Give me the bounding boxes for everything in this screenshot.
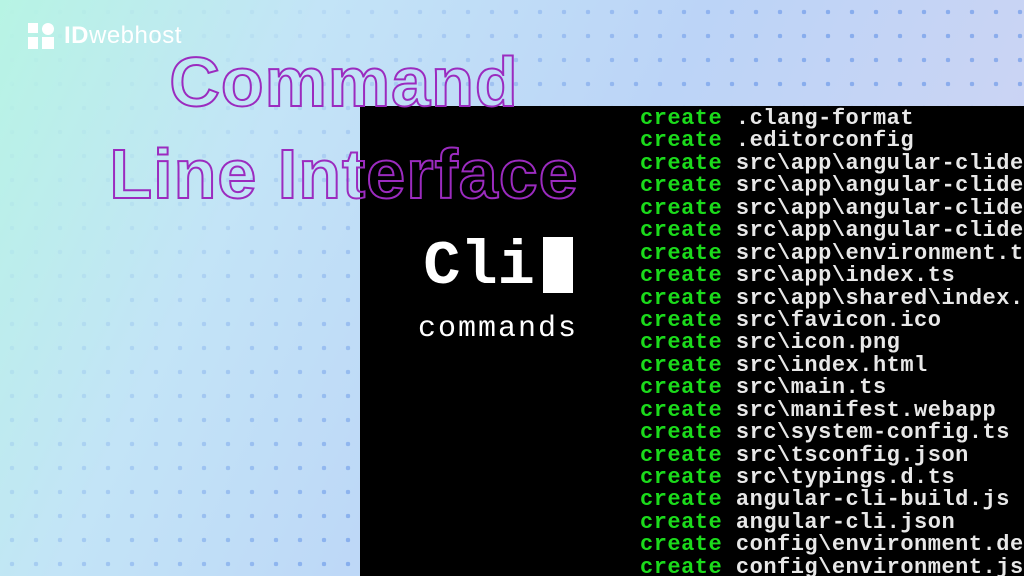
path: src\typings.d.ts <box>722 465 955 490</box>
commands-subheading: commands <box>378 312 618 346</box>
cli-text: Cli <box>423 236 535 298</box>
path: src\manifest.webapp <box>722 398 996 423</box>
output-row: create src\app\angular-clidemo- <box>640 175 1024 197</box>
output-row: create .editorconfig <box>640 130 1024 152</box>
output-row: create src\tsconfig.json <box>640 445 1024 467</box>
keyword: create <box>640 353 722 378</box>
path: src\system-config.ts <box>722 420 1010 445</box>
keyword: create <box>640 286 722 311</box>
path: src\app\angular-clidemo- <box>722 218 1024 243</box>
output-row: create src\app\angular-clidemo- <box>640 153 1024 175</box>
keyword: create <box>640 532 722 557</box>
path: src\app\angular-clidemo- <box>722 196 1024 221</box>
keyword: create <box>640 510 722 535</box>
path: src\main.ts <box>722 375 886 400</box>
output-row: create src\index.html <box>640 355 1024 377</box>
keyword: create <box>640 375 722 400</box>
path: config\environment.dev.t <box>722 532 1024 557</box>
keyword: create <box>640 218 722 243</box>
cursor-icon <box>543 237 573 293</box>
output-row: create angular-cli-build.js <box>640 489 1024 511</box>
path: angular-cli-build.js <box>722 487 1010 512</box>
path: .clang-format <box>722 106 914 131</box>
output-row: create config\environment.js <box>640 557 1024 576</box>
keyword: create <box>640 398 722 423</box>
path: src\icon.png <box>722 330 900 355</box>
terminal-overlay: Cli commands <box>378 236 618 346</box>
keyword: create <box>640 487 722 512</box>
keyword: create <box>640 241 722 266</box>
path: src\app\angular-clidemo- <box>722 173 1024 198</box>
output-row: create angular-cli.json <box>640 512 1024 534</box>
output-row: create src\app\index.ts <box>640 265 1024 287</box>
output-row: create src\manifest.webapp <box>640 400 1024 422</box>
keyword: create <box>640 443 722 468</box>
output-row: create src\app\angular-clidemo- <box>640 220 1024 242</box>
output-row: create src\app\angular-clidemo- <box>640 198 1024 220</box>
output-row: create src\main.ts <box>640 377 1024 399</box>
output-row: create src\app\environment.ts <box>640 243 1024 265</box>
output-row: create src\system-config.ts <box>640 422 1024 444</box>
path: config\environment.js <box>722 555 1023 576</box>
output-row: create src\favicon.ico <box>640 310 1024 332</box>
output-row: create .clang-format <box>640 108 1024 130</box>
output-row: create src\icon.png <box>640 332 1024 354</box>
output-row: create src\typings.d.ts <box>640 467 1024 489</box>
path: src\app\shared\index.ts <box>722 286 1024 311</box>
output-row: create config\environment.dev.t <box>640 534 1024 556</box>
keyword: create <box>640 465 722 490</box>
terminal-output: create .clang-formatcreate .editorconfig… <box>640 108 1024 576</box>
cli-heading: Cli <box>423 236 573 298</box>
path: src\app\angular-clidemo- <box>722 151 1024 176</box>
keyword: create <box>640 308 722 333</box>
path: src\app\environment.ts <box>722 241 1024 266</box>
path: src\index.html <box>722 353 928 378</box>
keyword: create <box>640 555 722 576</box>
path: src\tsconfig.json <box>722 443 969 468</box>
keyword: create <box>640 330 722 355</box>
path: .editorconfig <box>722 128 914 153</box>
path: src\favicon.ico <box>722 308 941 333</box>
path: src\app\index.ts <box>722 263 955 288</box>
keyword: create <box>640 263 722 288</box>
output-row: create src\app\shared\index.ts <box>640 288 1024 310</box>
path: angular-cli.json <box>722 510 955 535</box>
keyword: create <box>640 420 722 445</box>
headline-title: Command Line Interface <box>34 36 654 221</box>
